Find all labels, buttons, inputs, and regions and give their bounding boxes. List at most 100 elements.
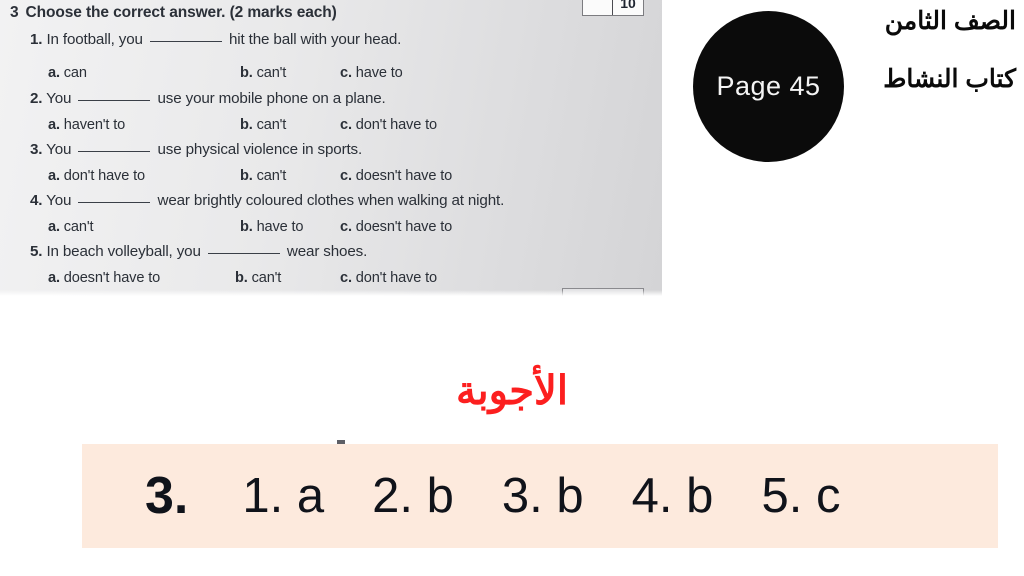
question-3-option-b-text: can't (256, 168, 287, 184)
question-4-option-c-letter: c. (340, 219, 352, 235)
question-2-option-b-text: can't (256, 117, 287, 133)
question-2-blank (78, 100, 151, 101)
question-4: 4. You wear brightly coloured clothes wh… (30, 192, 504, 209)
question-4-option-c-text: doesn't have to (355, 219, 453, 235)
answer-item-5-choice: c (815, 469, 841, 523)
question-4-option-a[interactable]: a. can't (48, 219, 94, 235)
question-5-option-c[interactable]: c. don't have to (340, 270, 437, 286)
question-3-options: a. don't have to b. can't c. doesn't hav… (0, 168, 640, 188)
book-label: كتاب النشاط (883, 65, 1016, 93)
question-5-option-b-text: can't (251, 270, 282, 286)
answer-item-5-number: 5. (761, 469, 803, 523)
question-1-number: 1. (30, 31, 43, 48)
question-3-option-c-letter: c. (340, 168, 352, 184)
question-4-number: 4. (30, 192, 43, 209)
answer-item-2-number: 2. (372, 469, 414, 523)
question-1-option-c-text: have to (355, 65, 403, 81)
question-2-option-a[interactable]: a. haven't to (48, 117, 125, 133)
question-5-option-a-letter: a. (48, 270, 60, 286)
page-number-badge: Page 45 (693, 11, 844, 162)
question-3-option-c-text: doesn't have to (355, 168, 453, 184)
answer-item-4: 4. b (632, 468, 714, 524)
question-2-option-c-letter: c. (340, 117, 352, 133)
question-2: 2. You use your mobile phone on a plane. (30, 90, 386, 107)
grade-label: الصف الثامن (884, 7, 1016, 35)
answer-exercise-number: 3. (145, 467, 189, 525)
question-3-text-before: You (46, 141, 72, 158)
question-5-number: 5. (30, 243, 43, 260)
question-1-option-a-letter: a. (48, 65, 60, 81)
answer-item-4-number: 4. (631, 469, 673, 523)
question-5: 5. In beach volleyball, you wear shoes. (30, 243, 367, 260)
question-1-option-c[interactable]: c. have to (340, 65, 403, 81)
question-2-option-c[interactable]: c. don't have to (340, 117, 437, 133)
exercise-instruction: Choose the correct answer. (2 marks each… (25, 4, 337, 21)
question-1-option-a-text: can (63, 65, 87, 81)
question-1-option-b-text: can't (256, 65, 287, 81)
score-mark-cell (583, 0, 613, 15)
question-2-option-c-text: don't have to (355, 117, 437, 133)
question-3-option-a-letter: a. (48, 168, 60, 184)
question-4-blank (78, 202, 151, 203)
question-5-text-after: wear shoes. (286, 243, 368, 260)
question-1-options: a. can b. can't c. have to (0, 65, 640, 85)
arabic-header: الصف الثامن كتاب النشاط (841, 8, 1016, 92)
question-1-option-a[interactable]: a. can (48, 65, 87, 81)
question-3-option-b-letter: b. (240, 168, 253, 184)
question-2-option-b[interactable]: b. can't (240, 117, 286, 133)
question-3-number: 3. (30, 141, 43, 158)
question-1-option-b-letter: b. (240, 65, 253, 81)
question-5-option-a-text: doesn't have to (63, 270, 161, 286)
answer-item-1: 1. a (242, 468, 324, 524)
slide-canvas: 10 3 Choose the correct answer. (2 marks … (0, 0, 1024, 576)
question-1: 1. In football, you hit the ball with yo… (30, 31, 401, 48)
answers-title: الأجوبة (456, 369, 568, 413)
question-4-option-b-letter: b. (240, 219, 253, 235)
question-3-option-b[interactable]: b. can't (240, 168, 286, 184)
question-5-option-b[interactable]: b. can't (235, 270, 281, 286)
question-2-option-a-letter: a. (48, 117, 60, 133)
worksheet-scan: 10 3 Choose the correct answer. (2 marks … (0, 0, 662, 296)
question-1-option-c-letter: c. (340, 65, 352, 81)
question-4-option-c[interactable]: c. doesn't have to (340, 219, 452, 235)
question-1-blank (149, 41, 222, 42)
question-5-option-c-letter: c. (340, 270, 352, 286)
answer-item-3: 3. b (502, 468, 584, 524)
answer-item-3-number: 3. (501, 469, 543, 523)
score-box: 10 (582, 0, 644, 16)
bottom-score-box (562, 288, 644, 296)
question-3-blank (78, 151, 151, 152)
question-4-option-b[interactable]: b. have to (240, 219, 304, 235)
question-4-option-a-letter: a. (48, 219, 60, 235)
question-3-text-after: use physical violence in sports. (157, 141, 363, 158)
answer-item-4-choice: b (686, 469, 714, 523)
question-5-option-a[interactable]: a. doesn't have to (48, 270, 160, 286)
question-3-option-a[interactable]: a. don't have to (48, 168, 145, 184)
question-2-option-a-text: haven't to (63, 117, 126, 133)
question-2-number: 2. (30, 90, 43, 107)
answer-strip: 3. 1. a 2. b 3. b 4. b 5. c (82, 444, 998, 548)
answer-list: 1. a 2. b 3. b 4. b 5. c (242, 468, 840, 524)
question-2-text-after: use your mobile phone on a plane. (157, 90, 386, 107)
question-3: 3. You use physical violence in sports. (30, 141, 362, 158)
answer-item-3-choice: b (556, 469, 584, 523)
question-4-text-after: wear brightly coloured clothes when walk… (157, 192, 505, 209)
exercise-heading: 3 Choose the correct answer. (2 marks eac… (10, 4, 337, 22)
answer-item-5: 5. c (761, 468, 840, 524)
question-5-option-b-letter: b. (235, 270, 248, 286)
question-2-option-b-letter: b. (240, 117, 253, 133)
question-5-options: a. doesn't have to b. can't c. don't hav… (0, 270, 640, 290)
question-1-option-b[interactable]: b. can't (240, 65, 286, 81)
question-3-option-c[interactable]: c. doesn't have to (340, 168, 452, 184)
answer-item-2-choice: b (426, 469, 454, 523)
question-4-options: a. can't b. have to c. doesn't have to (0, 219, 640, 239)
question-2-text-before: You (46, 90, 72, 107)
question-5-blank (207, 253, 280, 254)
question-2-options: a. haven't to b. can't c. don't have to (0, 117, 640, 137)
question-5-option-c-text: don't have to (355, 270, 437, 286)
answer-item-2: 2. b (372, 468, 454, 524)
page-number-label: Page 45 (716, 71, 821, 101)
question-4-option-b-text: have to (256, 219, 304, 235)
score-total: 10 (620, 0, 636, 11)
question-4-text-before: You (46, 192, 72, 209)
